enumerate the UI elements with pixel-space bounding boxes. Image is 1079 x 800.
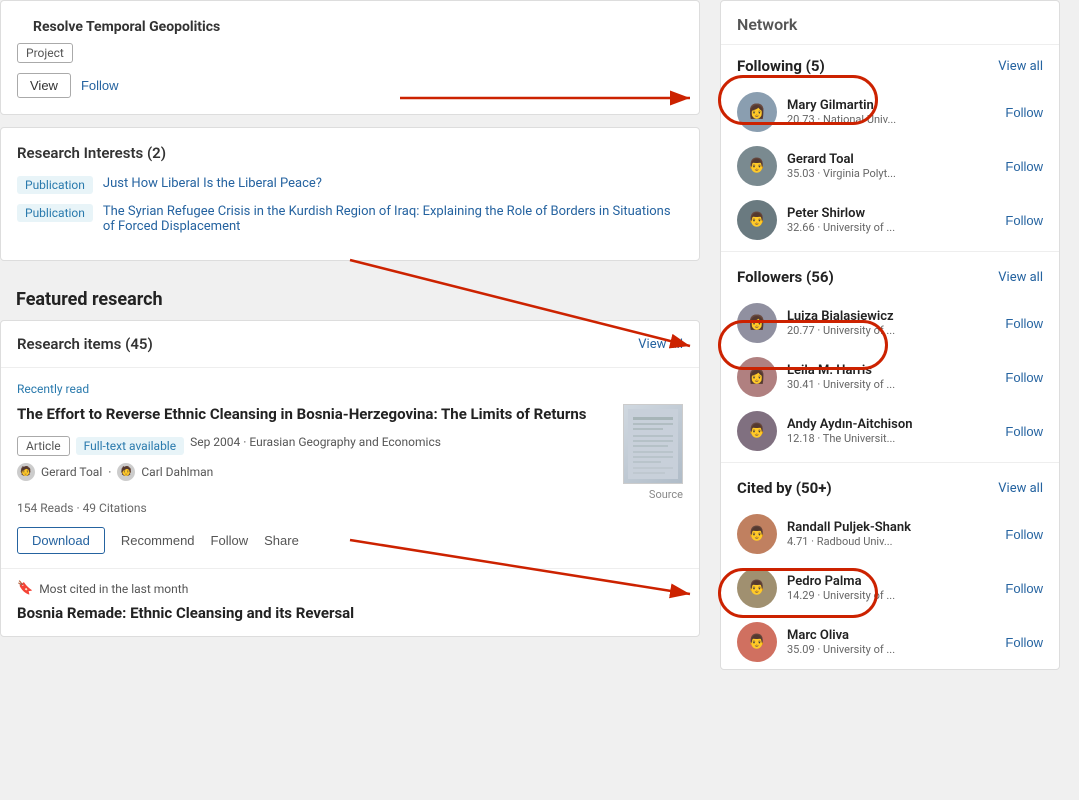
person-row-randall: 👨 Randall Puljek-Shank 4.71 · Radboud Un…: [721, 507, 1059, 561]
person-meta-marc: 35.09 · University of ...: [787, 643, 995, 656]
person-name-leila: Leila M. Harris: [787, 363, 995, 378]
view-button[interactable]: View: [17, 73, 71, 98]
avatar-marc: 👨: [737, 622, 777, 662]
author-name-1: Gerard Toal: [41, 465, 102, 479]
recommend-button[interactable]: Recommend: [121, 533, 195, 548]
person-meta-peter: 32.66 · University of ...: [787, 221, 995, 234]
author-avatar-1: 🧑: [17, 463, 35, 481]
person-row-andy: 👨 Andy Aydın-Aitchison 12.18 · The Unive…: [721, 404, 1059, 458]
person-name-gerard: Gerard Toal: [787, 152, 995, 167]
person-row-mary: 👩 Mary Gilmartin 20.73 · National Univ..…: [721, 85, 1059, 139]
view-all-research-link[interactable]: View all: [638, 337, 683, 352]
follow-article-button[interactable]: Follow: [211, 533, 249, 548]
person-row-gerard: 👨 Gerard Toal 35.03 · Virginia Polyt... …: [721, 139, 1059, 193]
follow-pedro-button[interactable]: Follow: [1005, 581, 1043, 596]
article-date-journal: Sep 2004 · Eurasian Geography and Econom…: [190, 435, 441, 449]
follow-button-top[interactable]: Follow: [81, 78, 119, 93]
avatar-randall: 👨: [737, 514, 777, 554]
person-row-luiza: 👩 Luiza Bialasiewicz 20.77 · University …: [721, 296, 1059, 350]
article-title: The Effort to Reverse Ethnic Cleansing i…: [17, 404, 611, 425]
person-row-peter: 👨 Peter Shirlow 32.66 · University of ..…: [721, 193, 1059, 247]
cited-by-view-all[interactable]: View all: [998, 481, 1043, 496]
featured-research-title: Featured research: [0, 273, 700, 310]
avatar-leila: 👩: [737, 357, 777, 397]
person-meta-luiza: 20.77 · University of ...: [787, 324, 995, 337]
publication-badge-2: Publication: [17, 204, 93, 222]
bookmark-icon: 🔖: [17, 581, 33, 596]
download-button[interactable]: Download: [17, 527, 105, 554]
article-thumbnail: Source: [623, 404, 683, 501]
avatar-gerard: 👨: [737, 146, 777, 186]
fulltext-badge: Full-text available: [76, 437, 185, 455]
follow-randall-button[interactable]: Follow: [1005, 527, 1043, 542]
source-label: Source: [649, 488, 683, 501]
thumb-image: [623, 404, 683, 484]
followers-title: Followers (56): [737, 268, 834, 286]
research-interests-title: Research Interests (2): [17, 144, 683, 162]
follow-gerard-button[interactable]: Follow: [1005, 159, 1043, 174]
project-badge: Project: [17, 43, 73, 63]
publication-link-2[interactable]: The Syrian Refugee Crisis in the Kurdish…: [103, 204, 683, 234]
followers-section: Followers (56) View all 👩 Luiza Bialasie…: [721, 256, 1059, 458]
article-card: Recently read The Effort to Reverse Ethn…: [1, 368, 699, 568]
person-name-mary: Mary Gilmartin: [787, 98, 995, 113]
person-name-pedro: Pedro Palma: [787, 574, 995, 589]
recently-read-label: Recently read: [17, 382, 683, 396]
most-cited-badge: 🔖 Most cited in the last month: [17, 581, 683, 596]
publication-link-1[interactable]: Just How Liberal Is the Liberal Peace?: [103, 176, 322, 191]
follow-luiza-button[interactable]: Follow: [1005, 316, 1043, 331]
person-meta-mary: 20.73 · National Univ...: [787, 113, 995, 126]
follow-marc-button[interactable]: Follow: [1005, 635, 1043, 650]
avatar-peter: 👨: [737, 200, 777, 240]
following-section: Following (5) View all 👩 Mary Gilmartin …: [721, 45, 1059, 247]
person-name-randall: Randall Puljek-Shank: [787, 520, 995, 535]
cited-by-section: Cited by (50+) View all 👨 Randall Puljek…: [721, 467, 1059, 669]
person-name-andy: Andy Aydın-Aitchison: [787, 417, 995, 432]
follow-mary-button[interactable]: Follow: [1005, 105, 1043, 120]
publication-badge-1: Publication: [17, 176, 93, 194]
follow-leila-button[interactable]: Follow: [1005, 370, 1043, 385]
publication-row-2: Publication The Syrian Refugee Crisis in…: [17, 204, 683, 234]
person-name-peter: Peter Shirlow: [787, 206, 995, 221]
person-meta-leila: 30.41 · University of ...: [787, 378, 995, 391]
person-meta-randall: 4.71 · Radboud Univ...: [787, 535, 995, 548]
partial-title: Resolve Temporal Geopolitics: [17, 13, 683, 35]
network-title: Network: [721, 1, 1059, 45]
article-stats: 154 Reads · 49 Citations: [17, 501, 683, 515]
avatar-luiza: 👩: [737, 303, 777, 343]
person-row-leila: 👩 Leila M. Harris 30.41 · University of …: [721, 350, 1059, 404]
article-type-badge: Article: [17, 436, 70, 456]
person-meta-andy: 12.18 · The Universit...: [787, 432, 995, 445]
person-name-luiza: Luiza Bialasiewicz: [787, 309, 995, 324]
avatar-mary: 👩: [737, 92, 777, 132]
article-authors: 🧑 Gerard Toal · 🧑 Carl Dahlman: [17, 463, 611, 481]
author-name-2: Carl Dahlman: [141, 465, 213, 479]
publication-row-1: Publication Just How Liberal Is the Libe…: [17, 176, 683, 194]
most-cited-label: Most cited in the last month: [39, 582, 188, 596]
most-cited-title[interactable]: Bosnia Remade: Ethnic Cleansing and its …: [17, 604, 683, 622]
person-meta-gerard: 35.03 · Virginia Polyt...: [787, 167, 995, 180]
avatar-pedro: 👨: [737, 568, 777, 608]
person-row-pedro: 👨 Pedro Palma 14.29 · University of ... …: [721, 561, 1059, 615]
avatar-andy: 👨: [737, 411, 777, 451]
share-button[interactable]: Share: [264, 533, 299, 548]
following-title: Following (5): [737, 57, 825, 75]
author-avatar-2: 🧑: [117, 463, 135, 481]
following-view-all[interactable]: View all: [998, 59, 1043, 74]
person-row-marc: 👨 Marc Oliva 35.09 · University of ... F…: [721, 615, 1059, 669]
cited-by-title: Cited by (50+): [737, 479, 832, 497]
research-items-title: Research items (45): [17, 335, 153, 353]
person-name-marc: Marc Oliva: [787, 628, 995, 643]
most-cited-section: 🔖 Most cited in the last month Bosnia Re…: [1, 568, 699, 636]
follow-peter-button[interactable]: Follow: [1005, 213, 1043, 228]
person-meta-pedro: 14.29 · University of ...: [787, 589, 995, 602]
followers-view-all[interactable]: View all: [998, 270, 1043, 285]
follow-andy-button[interactable]: Follow: [1005, 424, 1043, 439]
